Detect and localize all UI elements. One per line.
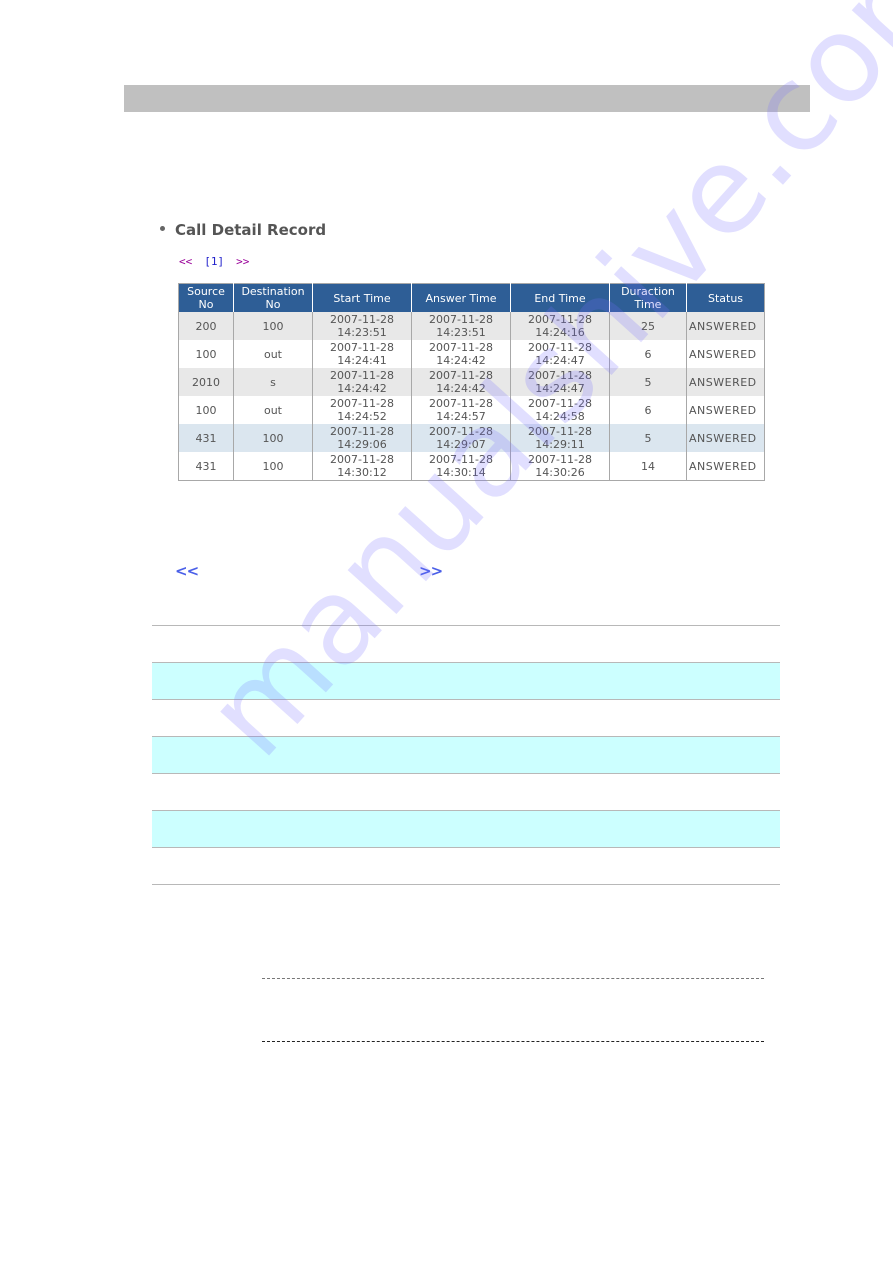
table-row: [152, 736, 780, 773]
end-time-cell: 2007-11-28 14:24:16: [510, 312, 610, 340]
col-end-time: End Time: [510, 283, 610, 312]
answer-time-cell: 2007-11-28 14:29:07: [411, 424, 511, 452]
answer-time-cell: 2007-11-28 14:23:51: [411, 312, 511, 340]
table-row: [152, 773, 780, 810]
table-row: [152, 625, 780, 662]
duration-cell: 6: [609, 340, 687, 368]
status-cell: ANSWERED: [686, 340, 765, 368]
status-cell: ANSWERED: [686, 452, 765, 481]
destination-cell: out: [233, 340, 313, 368]
table-row: 100 out 2007-11-28 14:24:41 2007-11-28 14:24:…: [178, 340, 765, 368]
destination-cell: 100: [233, 424, 313, 452]
section-title: Call Detail Record: [160, 221, 326, 239]
table-row: 200 100 2007-11-28 14:23:51 2007-11-28 14:23:…: [178, 312, 765, 340]
destination-cell: 100: [233, 312, 313, 340]
start-time-cell: 2007-11-28 14:29:06: [312, 424, 412, 452]
pager-prev-link[interactable]: <<: [179, 255, 192, 268]
col-status: Status: [686, 283, 765, 312]
duration-cell: 5: [609, 424, 687, 452]
table-row: 431 100 2007-11-28 14:29:06 2007-11-28 14:29:…: [178, 424, 765, 452]
table-row: [152, 847, 780, 885]
start-time-cell: 2007-11-28 14:24:42: [312, 368, 412, 396]
start-time-cell: 2007-11-28 14:24:52: [312, 396, 412, 424]
end-time-cell: 2007-11-28 14:29:11: [510, 424, 610, 452]
dashed-divider-bottom: [262, 1041, 764, 1042]
start-time-cell: 2007-11-28 14:30:12: [312, 452, 412, 481]
big-pager-next-icon[interactable]: >>: [419, 562, 443, 580]
source-cell: 431: [178, 424, 234, 452]
status-cell: ANSWERED: [686, 312, 765, 340]
status-cell: ANSWERED: [686, 424, 765, 452]
table-row: [152, 699, 780, 736]
dashed-divider-top: [262, 978, 764, 979]
source-cell: 100: [178, 340, 234, 368]
pager-page-link[interactable]: [1]: [204, 255, 224, 268]
pager-next-link[interactable]: >>: [236, 255, 249, 268]
start-time-cell: 2007-11-28 14:23:51: [312, 312, 412, 340]
duration-cell: 14: [609, 452, 687, 481]
source-cell: 2010: [178, 368, 234, 396]
table-row: 431 100 2007-11-28 14:30:12 2007-11-28 14:30:…: [178, 452, 765, 481]
header-bar: [124, 85, 810, 112]
end-time-cell: 2007-11-28 14:30:26: [510, 452, 610, 481]
start-time-cell: 2007-11-28 14:24:41: [312, 340, 412, 368]
table-row: [152, 662, 780, 699]
answer-time-cell: 2007-11-28 14:30:14: [411, 452, 511, 481]
duration-cell: 5: [609, 368, 687, 396]
source-cell: 100: [178, 396, 234, 424]
col-destination-no: Destination No: [233, 283, 313, 312]
end-time-cell: 2007-11-28 14:24:47: [510, 368, 610, 396]
col-answer-time: Answer Time: [411, 283, 511, 312]
destination-cell: out: [233, 396, 313, 424]
table-row: 100 out 2007-11-28 14:24:52 2007-11-28 14:24:…: [178, 396, 765, 424]
end-time-cell: 2007-11-28 14:24:47: [510, 340, 610, 368]
col-start-time: Start Time: [312, 283, 412, 312]
duration-cell: 6: [609, 396, 687, 424]
source-cell: 431: [178, 452, 234, 481]
section-title-text: Call Detail Record: [175, 221, 327, 239]
big-pager-prev-icon[interactable]: <<: [175, 562, 199, 580]
end-time-cell: 2007-11-28 14:24:58: [510, 396, 610, 424]
pager: << [1] >>: [179, 255, 249, 268]
table-row: [152, 810, 780, 847]
col-source-no: Source No: [178, 283, 234, 312]
answer-time-cell: 2007-11-28 14:24:42: [411, 340, 511, 368]
destination-cell: 100: [233, 452, 313, 481]
source-cell: 200: [178, 312, 234, 340]
duration-cell: 25: [609, 312, 687, 340]
answer-time-cell: 2007-11-28 14:24:42: [411, 368, 511, 396]
table-row: 2010 s 2007-11-28 14:24:42 2007-11-28 14:24:4…: [178, 368, 765, 396]
destination-cell: s: [233, 368, 313, 396]
status-cell: ANSWERED: [686, 396, 765, 424]
bullet-icon: [160, 226, 165, 231]
empty-striped-table: [152, 625, 780, 885]
answer-time-cell: 2007-11-28 14:24:57: [411, 396, 511, 424]
call-detail-record-table: Source No Destination No Start Time Answer…: [178, 283, 765, 481]
table-header-row: Source No Destination No Start Time Answer…: [178, 283, 765, 312]
status-cell: ANSWERED: [686, 368, 765, 396]
col-duration-time: Duraction Time: [609, 283, 687, 312]
